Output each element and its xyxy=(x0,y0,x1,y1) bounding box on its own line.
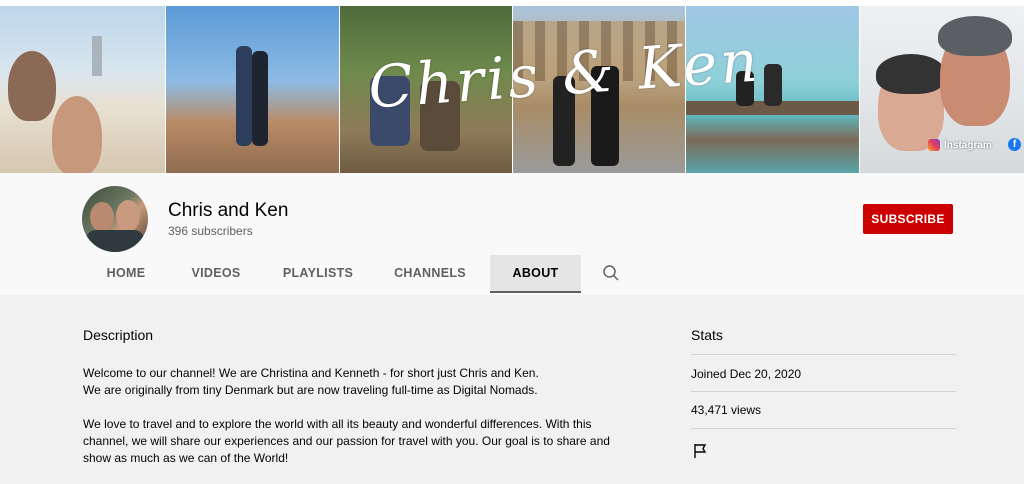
view-count: 43,471 views xyxy=(691,403,762,417)
tab-videos[interactable]: VIDEOS xyxy=(170,255,262,291)
subscriber-count: 396 subscribers xyxy=(168,224,253,238)
channel-avatar[interactable] xyxy=(82,186,148,252)
channel-name: Chris and Ken xyxy=(168,200,289,221)
channel-tabs: HOME VIDEOS PLAYLISTS CHANNELS ABOUT xyxy=(82,255,631,293)
description-heading: Description xyxy=(83,327,154,343)
description-line-1: Welcome to our channel! We are Christina… xyxy=(83,366,539,397)
instagram-icon xyxy=(928,139,940,151)
description-text: Welcome to our channel! We are Christina… xyxy=(83,365,623,484)
stats-divider xyxy=(691,354,956,355)
stats-divider xyxy=(691,391,956,392)
facebook-icon[interactable]: f xyxy=(1008,138,1021,151)
banner-photo-beach xyxy=(0,6,165,173)
description-line-2: We love to travel and to explore the wor… xyxy=(83,417,610,465)
stats-heading: Stats xyxy=(691,327,723,343)
tab-playlists[interactable]: PLAYLISTS xyxy=(262,255,374,291)
joined-date: Joined Dec 20, 2020 xyxy=(691,367,802,381)
channel-banner: Chris & Ken Instagram f xyxy=(0,0,1024,173)
stats-divider xyxy=(691,428,956,429)
subscribe-button[interactable]: SUBSCRIBE xyxy=(863,204,953,234)
instagram-label: Instagram xyxy=(944,139,992,151)
tab-about[interactable]: ABOUT xyxy=(490,255,581,293)
tab-channels[interactable]: CHANNELS xyxy=(374,255,486,291)
tab-home[interactable]: HOME xyxy=(82,255,170,291)
instagram-link[interactable]: Instagram xyxy=(928,139,992,151)
flag-icon[interactable] xyxy=(693,443,709,464)
search-icon[interactable] xyxy=(591,255,631,291)
banner-photo-canyon xyxy=(166,6,339,173)
